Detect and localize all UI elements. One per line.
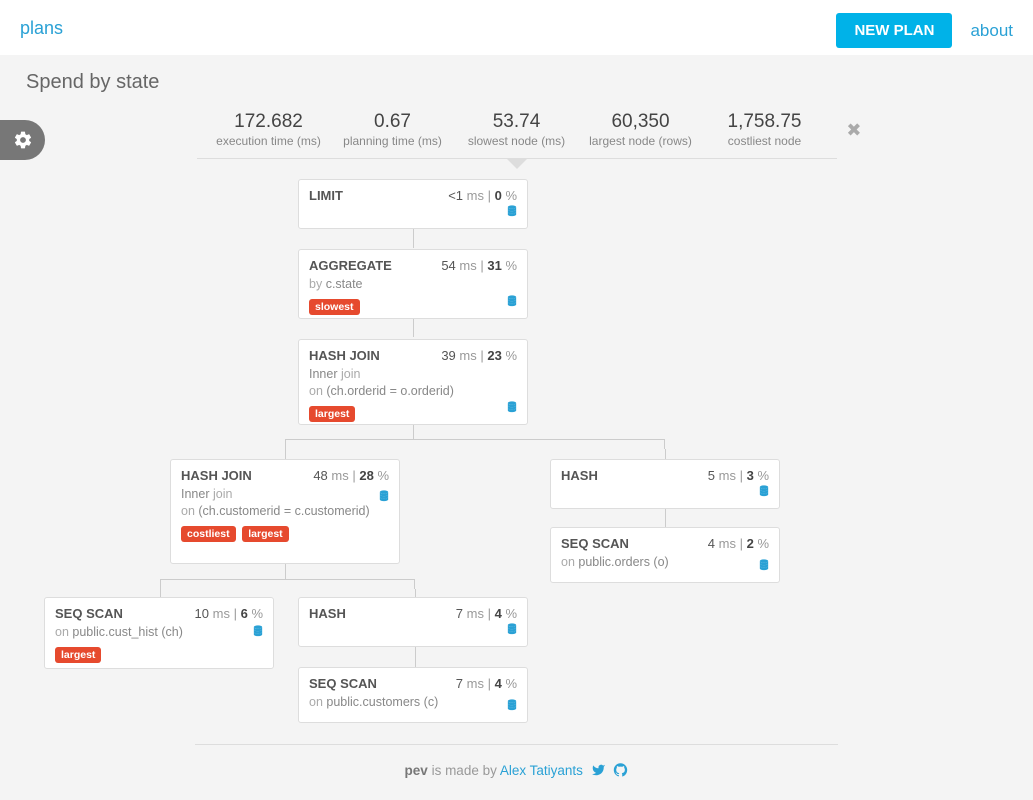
footer-divider	[195, 744, 838, 745]
database-icon	[507, 699, 517, 714]
node-title: SEQ SCAN	[55, 606, 123, 621]
badge-largest: largest	[309, 406, 355, 422]
new-plan-button[interactable]: NEW PLAN	[836, 13, 952, 48]
plan-tree: LIMIT <1 ms | 0 % AGGREGATE 54 ms | 31 %…	[0, 169, 1033, 769]
node-hash-join[interactable]: HASH JOIN 39 ms | 23 % Inner join on (ch…	[298, 339, 528, 425]
badge-largest: largest	[55, 647, 101, 663]
stat-execution-time: 172.682 execution time (ms)	[207, 112, 331, 148]
node-timing: 5 ms | 3 %	[708, 468, 769, 483]
connector	[160, 589, 161, 597]
connector	[285, 563, 286, 579]
node-seq-scan[interactable]: SEQ SCAN 4 ms | 2 % on public.orders (o)	[550, 527, 780, 583]
stat-slowest-node: 53.74 slowest node (ms)	[455, 112, 579, 148]
node-timing: 7 ms | 4 %	[456, 606, 517, 621]
stat-largest-node: 60,350 largest node (rows)	[579, 112, 703, 148]
header: plans NEW PLAN about	[0, 0, 1033, 55]
app-name: pev	[405, 763, 428, 778]
database-icon	[253, 625, 263, 640]
node-title: HASH	[309, 606, 346, 621]
stats-pointer-icon	[507, 159, 527, 169]
node-timing: 4 ms | 2 %	[708, 536, 769, 551]
stat-planning-time: 0.67 planning time (ms)	[331, 112, 455, 148]
node-detail: Inner join on (ch.orderid = o.orderid)	[309, 366, 517, 400]
database-icon	[507, 205, 517, 220]
node-aggregate[interactable]: AGGREGATE 54 ms | 31 % by c.state slowes…	[298, 249, 528, 319]
page-title: Spend by state	[0, 55, 1033, 94]
database-icon	[379, 490, 389, 505]
node-title: AGGREGATE	[309, 258, 392, 273]
node-title: HASH JOIN	[181, 468, 252, 483]
connector	[413, 423, 414, 439]
node-hash-join[interactable]: HASH JOIN 48 ms | 28 % Inner join on (ch…	[170, 459, 400, 564]
connector	[285, 449, 286, 459]
github-link[interactable]	[609, 763, 628, 778]
settings-toggle[interactable]	[0, 120, 45, 160]
node-timing: <1 ms | 0 %	[448, 188, 517, 203]
connector	[415, 647, 416, 667]
twitter-icon	[591, 763, 606, 777]
badge-largest: largest	[242, 526, 288, 542]
node-detail: by c.state	[309, 276, 517, 293]
node-title: SEQ SCAN	[561, 536, 629, 551]
gear-icon	[13, 130, 33, 150]
node-hash[interactable]: HASH 5 ms | 3 %	[550, 459, 780, 509]
footer: pev is made by Alex Tatiyants	[0, 763, 1033, 778]
stats-bar: 172.682 execution time (ms) 0.67 plannin…	[197, 106, 837, 159]
nav-plans-link[interactable]: plans	[20, 18, 63, 39]
node-timing: 39 ms | 23 %	[441, 348, 517, 363]
node-timing: 54 ms | 31 %	[441, 258, 517, 273]
database-icon	[759, 559, 769, 574]
connector	[415, 589, 416, 597]
node-title: HASH	[561, 468, 598, 483]
github-icon	[613, 763, 628, 777]
twitter-link[interactable]	[587, 763, 606, 778]
connector	[413, 228, 414, 248]
node-limit[interactable]: LIMIT <1 ms | 0 %	[298, 179, 528, 229]
node-title: SEQ SCAN	[309, 676, 377, 691]
badge-slowest: slowest	[309, 299, 360, 315]
close-icon[interactable]: ✖	[846, 120, 861, 141]
node-detail: on public.customers (c)	[309, 694, 517, 711]
connector	[413, 317, 414, 337]
database-icon	[507, 295, 517, 310]
node-timing: 10 ms | 6 %	[195, 606, 263, 621]
node-hash[interactable]: HASH 7 ms | 4 %	[298, 597, 528, 647]
stat-costliest-node: 1,758.75 costliest node	[703, 112, 827, 148]
node-timing: 48 ms | 28 %	[313, 468, 389, 483]
node-detail: Inner join on (ch.customerid = c.custome…	[181, 486, 389, 520]
connector	[665, 449, 666, 459]
node-title: LIMIT	[309, 188, 343, 203]
author-link[interactable]: Alex Tatiyants	[500, 763, 583, 778]
node-seq-scan[interactable]: SEQ SCAN 10 ms | 6 % on public.cust_hist…	[44, 597, 274, 669]
connector	[160, 579, 415, 589]
database-icon	[507, 401, 517, 416]
node-title: HASH JOIN	[309, 348, 380, 363]
nav-about-link[interactable]: about	[970, 21, 1013, 41]
node-detail: on public.cust_hist (ch)	[55, 624, 263, 641]
node-detail: on public.orders (o)	[561, 554, 769, 571]
node-seq-scan[interactable]: SEQ SCAN 7 ms | 4 % on public.customers …	[298, 667, 528, 723]
node-timing: 7 ms | 4 %	[456, 676, 517, 691]
badge-costliest: costliest	[181, 526, 236, 542]
database-icon	[759, 485, 769, 500]
database-icon	[507, 623, 517, 638]
connector	[665, 507, 666, 527]
connector	[285, 439, 665, 449]
